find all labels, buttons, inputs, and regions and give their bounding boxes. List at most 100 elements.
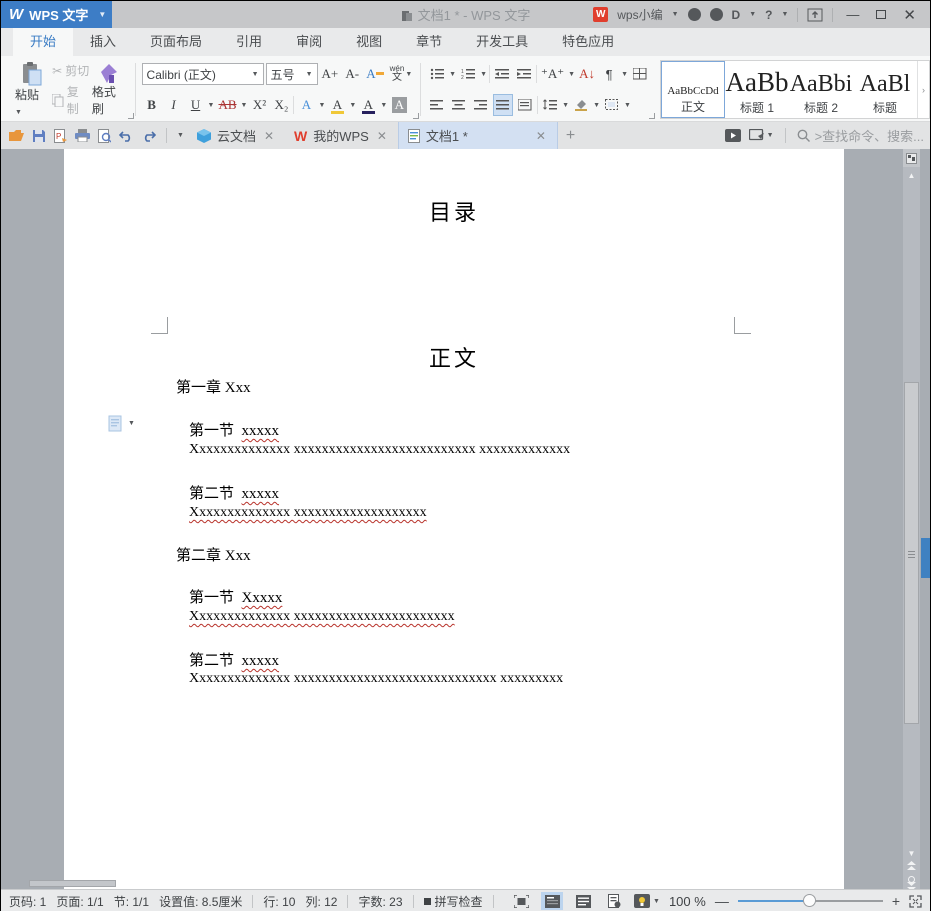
font-name-combo[interactable]: Calibri (正文)▼ (142, 63, 264, 85)
ch1-sec2-body[interactable]: Xxxxxxxxxxxxxx xxxxxxxxxxxxxxxxxxx (189, 505, 427, 521)
doc-assistant-button[interactable]: ▼ (634, 894, 660, 908)
ribbon-tab-review[interactable]: 审阅 (279, 26, 339, 56)
play-presentation-icon[interactable] (725, 129, 741, 142)
strikethrough-button[interactable]: AB (216, 94, 238, 116)
text-layout-button[interactable] (630, 63, 650, 85)
zoom-in-button[interactable]: + (892, 893, 900, 909)
line-spacing-chevron-icon[interactable]: ▼ (562, 102, 569, 109)
share-icon[interactable]: ▼ (749, 129, 774, 142)
close-tab-icon[interactable]: ✕ (534, 129, 548, 143)
paragraph-mark-button[interactable]: ¶ (599, 63, 619, 85)
paste-options-button[interactable]: ▼ (108, 415, 135, 432)
account-chevron-icon[interactable]: ▼ (672, 11, 679, 18)
horizontal-scrollbar-thumb[interactable] (29, 880, 116, 887)
increase-indent-button[interactable] (514, 63, 534, 85)
underline-chevron-icon[interactable]: ▼ (208, 102, 215, 109)
style-heading1[interactable]: AaBb 标题 1 (725, 61, 789, 118)
font-dialog-launcher[interactable] (413, 113, 419, 119)
ch2-sec2-body[interactable]: Xxxxxxxxxxxxxx xxxxxxxxxxxxxxxxxxxxxxxxx… (189, 671, 563, 687)
shrink-font-button[interactable]: A- (342, 63, 362, 85)
close-button[interactable]: ✕ (899, 6, 920, 24)
sort-button[interactable]: A↓ (577, 63, 597, 85)
upload-icon[interactable] (807, 8, 823, 22)
docer-icon[interactable]: D (732, 8, 741, 22)
text-effects-button[interactable]: A (296, 94, 316, 116)
docer-chevron-icon[interactable]: ▼ (749, 11, 756, 18)
fullscreen-view-button[interactable] (510, 892, 532, 910)
copy-button[interactable]: 复制 (52, 83, 90, 117)
chapter1-title[interactable]: 第一章 Xxx (176, 376, 251, 397)
align-right-button[interactable] (471, 94, 491, 116)
text-tool-button[interactable]: ⁺A⁺ (539, 63, 566, 85)
highlight-color-button[interactable]: A (327, 94, 347, 116)
document-page[interactable] (64, 149, 844, 889)
align-center-button[interactable] (449, 94, 469, 116)
maximize-button[interactable] (872, 7, 890, 22)
doc-tab-document1[interactable]: 文档1 * ✕ (398, 122, 558, 149)
style-heading2[interactable]: AaBbi 标题 2 (789, 61, 853, 118)
numbered-list-chevron-icon[interactable]: ▼ (480, 71, 487, 78)
numbered-list-button[interactable]: 12 (458, 63, 478, 85)
shading-chevron-icon[interactable]: ▼ (593, 102, 600, 109)
vertical-scrollbar[interactable]: ▲ ▼ (903, 149, 920, 889)
zoom-slider[interactable] (738, 900, 883, 902)
zoom-out-button[interactable]: — (715, 893, 729, 909)
scrollbar-thumb[interactable] (904, 382, 919, 724)
help-icon[interactable]: ? (765, 8, 772, 22)
style-normal[interactable]: AaBbCcDd 正文 (661, 61, 725, 118)
print-button[interactable] (75, 128, 90, 143)
outline-view-button[interactable] (572, 892, 594, 910)
superscript-button[interactable]: X² (249, 94, 269, 116)
text-tool-chevron-icon[interactable]: ▼ (568, 71, 575, 78)
grow-font-button[interactable]: A+ (320, 63, 341, 85)
cut-button[interactable]: ✂剪切 (52, 62, 90, 79)
next-page-button[interactable] (903, 882, 920, 889)
char-shading-button[interactable]: A (389, 94, 409, 116)
doc-tab-cloud[interactable]: 云文档 ✕ (188, 122, 285, 149)
fit-page-button[interactable] (909, 895, 922, 908)
italic-button[interactable]: I (164, 94, 184, 116)
style-heading[interactable]: AaBl 标题 (853, 61, 917, 118)
justify-button[interactable] (493, 94, 513, 116)
subscript-button[interactable]: X₂ (271, 94, 291, 116)
toc-heading[interactable]: 目录 (64, 195, 844, 227)
line-spacing-button[interactable] (540, 94, 560, 116)
highlight-chevron-icon[interactable]: ▼ (349, 102, 356, 109)
ribbon-tab-developer[interactable]: 开发工具 (459, 26, 545, 56)
clipboard-dialog-launcher[interactable] (128, 113, 134, 119)
app-menu-button[interactable]: W WPS 文字 ▼ (1, 1, 112, 28)
open-button[interactable] (9, 128, 24, 143)
format-painter-button[interactable]: 格式刷 (90, 60, 129, 119)
ribbon-tab-insert[interactable]: 插入 (73, 26, 133, 56)
font-color-button[interactable]: A (358, 94, 378, 116)
clear-format-button[interactable]: A (364, 63, 385, 85)
account-name[interactable]: wps小编 (617, 6, 662, 23)
align-left-button[interactable] (427, 94, 447, 116)
task-pane-handle[interactable] (921, 538, 930, 578)
ribbon-tab-home[interactable]: 开始 (13, 26, 73, 56)
body-heading[interactable]: 正文 (64, 341, 844, 373)
ch1-sec1-body[interactable]: Xxxxxxxxxxxxxx xxxxxxxxxxxxxxxxxxxxxxxxx… (189, 442, 570, 458)
font-size-combo[interactable]: 五号▼ (266, 63, 318, 85)
scroll-up-button[interactable]: ▲ (903, 167, 920, 183)
styles-gallery-more-button[interactable]: › (917, 61, 929, 118)
undo-button[interactable] (119, 129, 134, 142)
ch2-sec1-heading[interactable]: 第一节 Xxxxx (189, 586, 282, 607)
borders-button[interactable] (602, 94, 622, 116)
distribute-button[interactable] (515, 94, 535, 116)
ribbon-tab-references[interactable]: 引用 (219, 26, 279, 56)
previous-page-button[interactable] (903, 861, 920, 870)
eye-protect-view-button[interactable] (603, 892, 625, 910)
paragraph-dialog-launcher[interactable] (649, 113, 655, 119)
ribbon-tab-page-layout[interactable]: 页面布局 (133, 26, 219, 56)
text-effects-chevron-icon[interactable]: ▼ (318, 102, 325, 109)
redo-button[interactable] (141, 129, 156, 142)
help-chevron-icon[interactable]: ▼ (781, 11, 788, 18)
new-tab-button[interactable]: + (558, 127, 583, 145)
chapter2-title[interactable]: 第二章 Xxx (176, 544, 251, 565)
phonetic-guide-button[interactable]: wén文 ▼ (388, 63, 415, 85)
skin-icon[interactable] (710, 8, 723, 21)
bullet-list-button[interactable] (427, 63, 447, 85)
decrease-indent-button[interactable] (492, 63, 512, 85)
spellcheck-toggle[interactable]: 拼写检查 (424, 893, 483, 910)
